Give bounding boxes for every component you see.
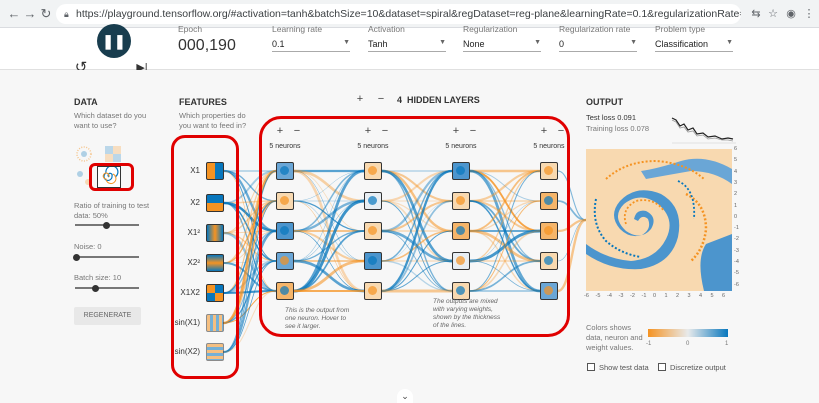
- legend-max: 1: [725, 341, 729, 347]
- colors-note: Colors shows data, neuron and weight val…: [586, 323, 643, 352]
- y-tick-label: -5: [734, 270, 739, 277]
- x-tick-label: -5: [595, 293, 601, 299]
- highlight-features: [171, 135, 239, 379]
- discretize-label: Discretize output: [670, 363, 726, 372]
- x-tick-label: -4: [607, 293, 612, 299]
- y-tick-label: 5: [734, 157, 738, 164]
- legend-mid: 0: [686, 341, 690, 347]
- x-tick-label: 5: [710, 293, 714, 299]
- x-tick-label: 2: [676, 293, 680, 299]
- y-tick-label: 1: [734, 202, 738, 209]
- x-tick-label: 6: [722, 293, 726, 299]
- color-legend: [648, 329, 728, 337]
- hidden-layers-count: 4: [397, 95, 403, 105]
- y-tick-label: 6: [734, 146, 738, 152]
- chevron-down-icon[interactable]: ⌄: [397, 389, 413, 403]
- x-tick-label: -1: [641, 293, 647, 299]
- remove-layer-icon[interactable]: −: [374, 93, 388, 105]
- y-tick-label: -1: [734, 225, 739, 232]
- hidden-layers-title: 4 HIDDEN LAYERS: [397, 95, 480, 105]
- y-tick-label: 3: [734, 179, 738, 186]
- legend-min: -1: [646, 341, 652, 347]
- output-heatmap[interactable]: [586, 149, 732, 291]
- discretize-checkbox[interactable]: [658, 363, 666, 371]
- x-tick-label: 1: [664, 293, 668, 299]
- y-tick-label: -3: [734, 247, 739, 254]
- x-tick-label: 3: [687, 293, 691, 299]
- training-loss: Training loss 0.078: [586, 124, 650, 133]
- y-tick-label: -4: [734, 259, 739, 265]
- x-tick-label: 0: [653, 293, 657, 299]
- loss-chart-training: [671, 119, 734, 142]
- y-tick-label: 4: [734, 168, 738, 175]
- output-title: OUTPUT: [586, 97, 623, 107]
- x-tick-label: 4: [699, 293, 703, 299]
- hidden-layers-label: HIDDEN LAYERS: [407, 95, 480, 105]
- y-tick-label: 2: [734, 191, 738, 198]
- test-loss: Test loss 0.091: [586, 113, 637, 122]
- loss-chart: [671, 117, 734, 140]
- add-layer-icon[interactable]: +: [353, 93, 367, 105]
- show-test-data-checkbox[interactable]: [587, 363, 595, 371]
- highlight-hidden-layers: [259, 116, 570, 337]
- y-tick-label: 0: [734, 213, 738, 220]
- y-tick-label: -2: [734, 236, 739, 243]
- x-tick-label: -6: [584, 293, 589, 299]
- x-tick-label: -3: [618, 293, 624, 299]
- y-tick-label: -6: [734, 281, 739, 288]
- show-test-data-label: Show test data: [599, 363, 649, 372]
- highlight-dataset: [89, 163, 134, 191]
- x-tick-label: -2: [630, 293, 635, 299]
